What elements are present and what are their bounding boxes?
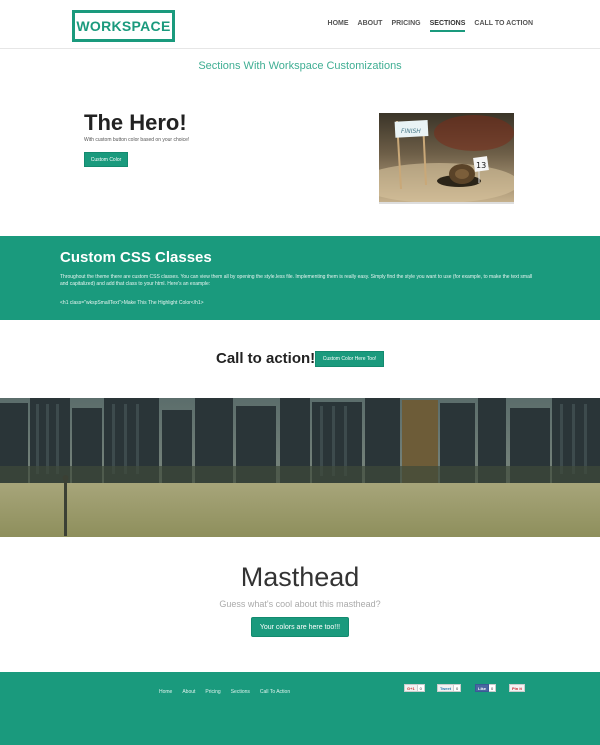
snail-finish-photo: FINISH 13 <box>379 113 514 202</box>
masthead-subtitle: Guess what's cool about this masthead? <box>219 599 381 609</box>
hero-image: FINISH 13 <box>379 113 514 204</box>
city-skyline-image <box>0 398 600 537</box>
google-plus-button[interactable]: G+1 0 <box>404 684 425 692</box>
like-count: 0 <box>489 684 497 692</box>
logo[interactable]: WORKSPACE <box>72 10 175 42</box>
footer-nav-about[interactable]: About <box>182 689 195 695</box>
custom-css-section: Custom CSS Classes Throughout the theme … <box>0 236 600 320</box>
footer-nav-sections[interactable]: Sections <box>231 689 250 695</box>
nav-call-to-action[interactable]: CALL TO ACTION <box>474 20 533 32</box>
hero-custom-color-button[interactable]: Custom Color <box>84 152 128 167</box>
tweet-button[interactable]: Tweet 0 <box>437 684 462 692</box>
masthead-button[interactable]: Your colors are here too!!! <box>251 617 349 637</box>
cta-title: Call to action! <box>216 350 316 367</box>
css-section-text: Throughout the theme there are custom CS… <box>60 274 533 287</box>
skyline-photo <box>0 398 600 537</box>
nav-about[interactable]: ABOUT <box>358 20 383 32</box>
footer-nav-call-to-action[interactable]: Call To Action <box>260 689 290 695</box>
css-code-example: <h1 class="wkspSmallText">Make This The … <box>60 300 204 306</box>
google-plus-count: 0 <box>417 684 425 692</box>
hero-subtitle: With custom button color based on your c… <box>84 137 190 143</box>
css-section-title: Custom CSS Classes <box>60 249 212 266</box>
site-footer: Home About Pricing Sections Call To Acti… <box>0 672 600 745</box>
footer-nav-home[interactable]: Home <box>159 689 172 695</box>
google-plus-icon: G+1 <box>404 684 418 692</box>
masthead-title: Masthead <box>240 562 360 592</box>
tweet-count: 0 <box>454 684 462 692</box>
footer-nav: Home About Pricing Sections Call To Acti… <box>159 689 290 695</box>
facebook-icon: Like <box>475 684 490 692</box>
cta-button[interactable]: Custom Color Here Too! <box>315 351 384 367</box>
hero-title: The Hero! <box>84 110 187 135</box>
main-nav: HOME ABOUT PRICING SECTIONS CALL TO ACTI… <box>328 20 533 32</box>
pinterest-button[interactable]: Pin it <box>509 684 525 692</box>
pinterest-icon: Pin it <box>509 684 525 692</box>
tag-number: 13 <box>476 161 486 170</box>
page-subtitle: Sections With Workspace Customizations <box>198 60 402 72</box>
site-header: WORKSPACE HOME ABOUT PRICING SECTIONS CA… <box>0 0 600 49</box>
twitter-icon: Tweet <box>437 684 455 692</box>
nav-pricing[interactable]: PRICING <box>391 20 420 32</box>
footer-nav-pricing[interactable]: Pricing <box>205 689 220 695</box>
nav-sections[interactable]: SECTIONS <box>429 20 466 32</box>
facebook-like-button[interactable]: Like 0 <box>475 684 497 692</box>
nav-home[interactable]: HOME <box>328 20 349 32</box>
flag-text: FINISH <box>401 128 421 135</box>
